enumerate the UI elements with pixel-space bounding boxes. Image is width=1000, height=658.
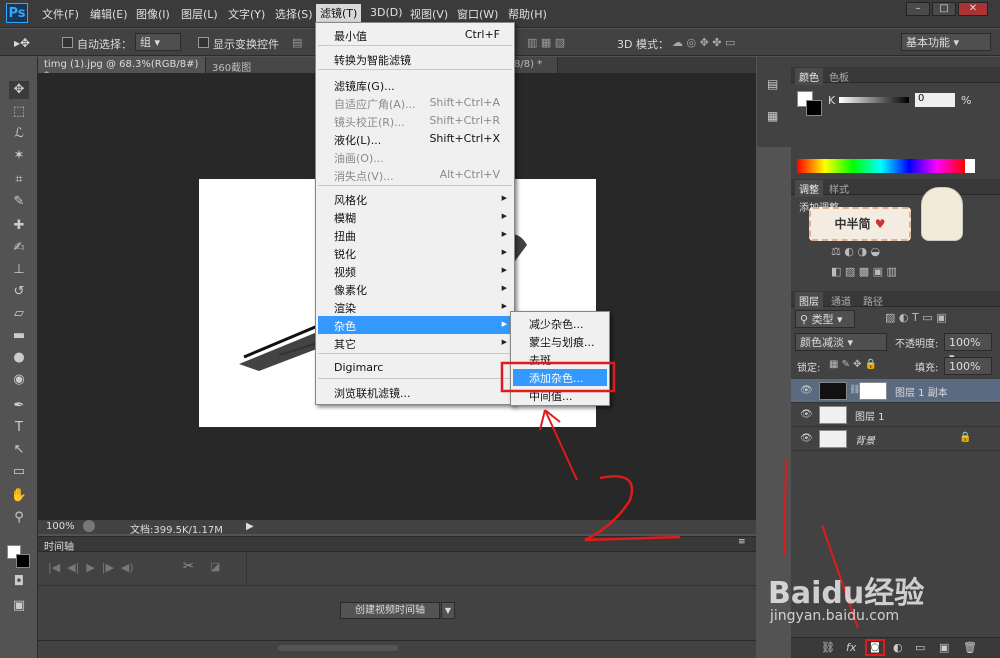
baidu-watermark: Baidu经验 (768, 576, 925, 611)
step-number: 2 (596, 452, 597, 453)
highlight-box (500, 361, 616, 393)
annotation-overlay (500, 361, 859, 629)
annotation-line (783, 459, 787, 556)
annotation-arrow (539, 409, 578, 481)
step-number-stroke (584, 475, 681, 542)
baidu-url: jingyan.baidu.com (770, 608, 900, 624)
